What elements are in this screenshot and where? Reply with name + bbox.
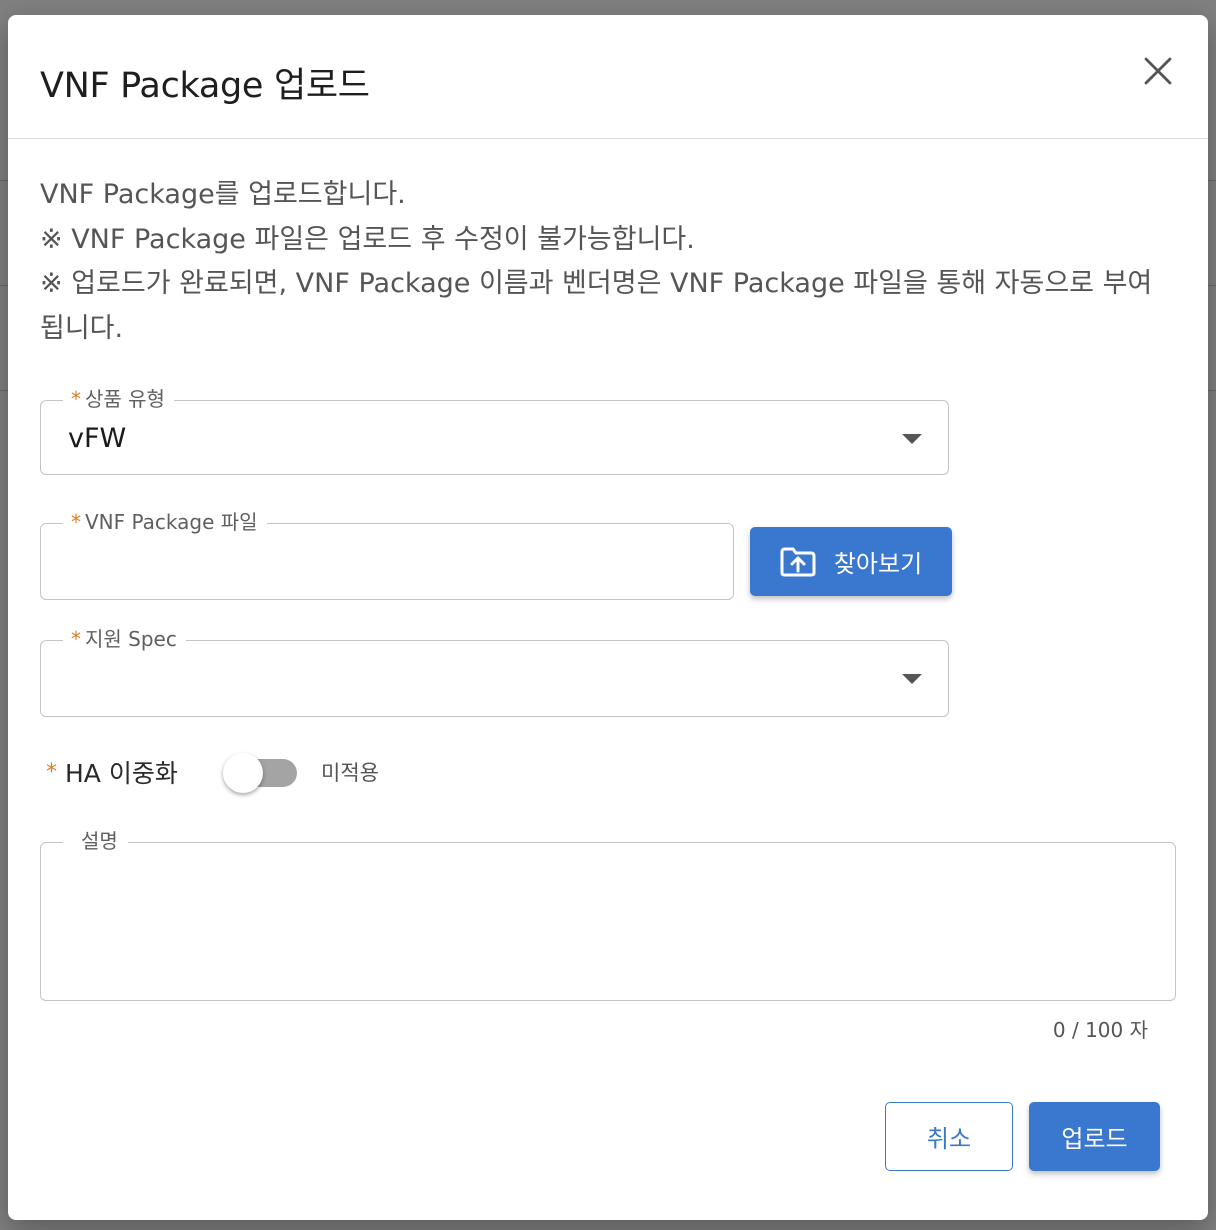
intro-line: ※ VNF Package 파일은 업로드 후 수정이 불가능합니다. [40, 223, 695, 255]
browse-button-label: 찾아보기 [833, 550, 923, 578]
char-counter: 0 / 100 자 [1052, 1018, 1148, 1042]
ha-toggle[interactable] [221, 753, 301, 793]
description-label: 설명 [63, 827, 128, 855]
product-type-select[interactable]: * 상품 유형 vFW [40, 385, 949, 475]
support-spec-label: * 지원 Spec [63, 625, 186, 653]
intro-text: VNF Package를 업로드합니다. ※ VNF Package 파일은 업… [40, 173, 1190, 351]
toggle-knob [223, 753, 263, 793]
chevron-down-icon [902, 674, 922, 684]
intro-line: VNF Package를 업로드합니다. [40, 179, 406, 210]
product-type-value: vFW [68, 423, 127, 454]
required-mark: * [71, 510, 81, 534]
upload-button[interactable]: 업로드 [1029, 1102, 1160, 1171]
cancel-button[interactable]: 취소 [885, 1102, 1013, 1171]
package-file-label: * VNF Package 파일 [63, 508, 267, 536]
product-type-label: * 상품 유형 [63, 385, 174, 413]
required-mark: * [46, 759, 57, 785]
required-mark: * [71, 627, 81, 651]
folder-upload-icon [780, 547, 816, 576]
dialog-header: VNF Package 업로드 [8, 15, 1208, 139]
package-file-field[interactable]: * VNF Package 파일 [40, 508, 734, 600]
upload-dialog: VNF Package 업로드 VNF Package를 업로드합니다. ※ V… [8, 15, 1208, 1220]
intro-line: ※ 업로드가 완료되면, VNF Package 이름과 벤더명은 VNF Pa… [40, 268, 1153, 299]
description-textarea[interactable]: 설명 [40, 827, 1176, 1001]
close-icon [1144, 57, 1172, 85]
ha-row: * HA 이중화 [46, 755, 178, 789]
browse-button[interactable]: 찾아보기 [750, 527, 952, 596]
intro-line: 됩니다. [40, 312, 124, 344]
dialog-title: VNF Package 업로드 [40, 66, 370, 106]
ha-state-label: 미적용 [321, 761, 379, 785]
close-button[interactable] [1138, 51, 1178, 91]
ha-label: HA 이중화 [65, 759, 178, 788]
chevron-down-icon [902, 434, 922, 444]
support-spec-select[interactable]: * 지원 Spec [40, 625, 949, 717]
required-mark: * [71, 387, 81, 411]
